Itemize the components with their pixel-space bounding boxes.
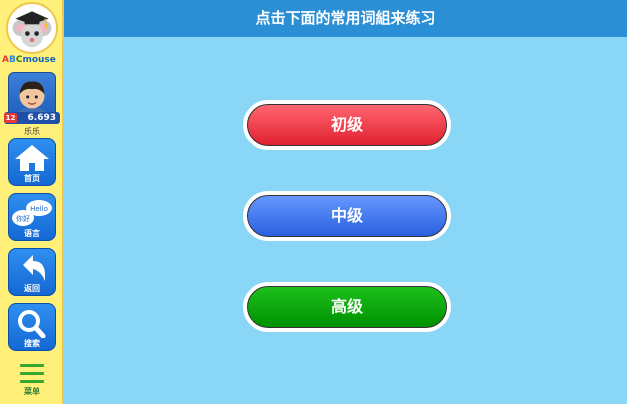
nihao-text: 你好: [16, 214, 30, 223]
menu-label: 菜单: [24, 387, 40, 396]
advanced-level-button[interactable]: 高级: [243, 282, 451, 332]
brand-name: ABCmouse: [2, 55, 64, 65]
brand-rest: mouse: [22, 55, 56, 65]
home-icon: [9, 143, 55, 173]
mouse-mascot-icon: [12, 11, 52, 48]
hamburger-icon: [20, 364, 44, 384]
beginner-level-label: 初级: [247, 104, 447, 146]
speech-bubbles-icon: Hello 你好: [9, 198, 55, 228]
intermediate-level-button[interactable]: 中级: [243, 191, 451, 241]
abcmouse-logo[interactable]: [6, 2, 58, 54]
search-button[interactable]: 搜索: [8, 303, 56, 351]
home-button[interactable]: 首页: [8, 138, 56, 186]
intermediate-level-label: 中级: [247, 195, 447, 237]
home-label: 首页: [24, 174, 40, 183]
back-arrow-icon: [9, 253, 55, 283]
brand-letter-a: A: [2, 55, 9, 65]
search-label: 搜索: [24, 339, 40, 348]
brand-letter-b: B: [8, 55, 16, 65]
back-label: 返回: [24, 284, 40, 293]
language-label: 语言: [24, 229, 40, 238]
back-button[interactable]: 返回: [8, 248, 56, 296]
advanced-level-label: 高级: [247, 286, 447, 328]
search-icon: [9, 308, 55, 338]
username: 乐乐: [24, 127, 40, 136]
beginner-level-button[interactable]: 初级: [243, 100, 451, 150]
hello-text: Hello: [30, 205, 48, 213]
level-badge: 12: [4, 113, 17, 123]
menu-button[interactable]: 菜单: [10, 362, 54, 402]
page-title: 点击下面的常用词組来练习: [64, 0, 627, 37]
language-button[interactable]: Hello 你好 语言: [8, 193, 56, 241]
sidebar: ABCmouse 6.693 12 乐乐 首页 Hello 你好 语言 返回 搜…: [0, 0, 64, 404]
